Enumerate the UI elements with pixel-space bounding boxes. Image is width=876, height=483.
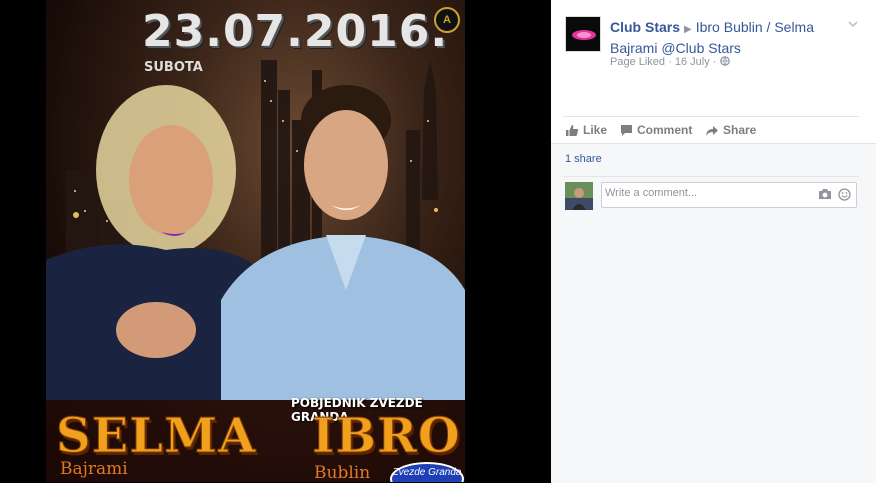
artist2-first-name: IBRO <box>312 408 461 465</box>
share-button[interactable]: Share <box>705 122 756 140</box>
event-date: 23.07.2016. <box>142 6 449 57</box>
comment-bubble-icon <box>621 125 632 137</box>
post-title: Club Stars ▶ Ibro Bublin / Selma Bajrami @… <box>610 18 842 57</box>
club-stars-logo-icon <box>566 17 600 51</box>
globe-icon[interactable] <box>719 56 730 66</box>
page-avatar[interactable] <box>565 16 601 52</box>
page-name-link[interactable]: Club Stars <box>610 19 680 35</box>
share-label: Share <box>723 123 757 137</box>
comment-box[interactable] <box>601 182 857 208</box>
share-arrow-icon <box>706 125 718 136</box>
artist1-first-name: SELMA <box>55 408 257 465</box>
thumbs-up-icon <box>566 125 579 137</box>
club-badge-logo: A <box>434 7 460 33</box>
artist1-last-name: Bajrami <box>60 459 128 479</box>
user-avatar[interactable] <box>565 182 593 210</box>
like-button[interactable]: Like <box>565 122 607 140</box>
artist2-last-name: Bublin <box>314 463 371 482</box>
emoji-smiley-icon[interactable] <box>838 188 851 201</box>
divider <box>563 116 859 117</box>
photo-viewer[interactable]: 23.07.2016. SUBOTA A POBJEDNIK ZVEZDE GR… <box>0 0 551 482</box>
event-poster-image: 23.07.2016. SUBOTA A POBJEDNIK ZVEZDE GR… <box>46 0 465 482</box>
comment-label: Comment <box>637 123 693 137</box>
post-sidebar: Club Stars ▶ Ibro Bublin / Selma Bajrami @… <box>551 0 876 483</box>
comment-input[interactable] <box>605 187 805 199</box>
page-liked-status[interactable]: Page Liked <box>610 56 665 68</box>
like-label: Like <box>583 123 608 137</box>
post-meta: Page Liked · 16 July · <box>610 56 730 68</box>
comment-button[interactable]: Comment <box>620 122 692 140</box>
user-photo-icon <box>565 182 593 210</box>
camera-icon[interactable] <box>818 188 832 200</box>
shares-count-link[interactable]: 1 share <box>565 153 602 165</box>
feedback-section: 1 share <box>551 143 876 483</box>
meta-separator: · <box>668 56 672 68</box>
divider <box>563 176 859 177</box>
chevron-down-icon[interactable] <box>845 16 861 32</box>
event-day: SUBOTA <box>144 60 203 75</box>
arrow-right-icon: ▶ <box>684 24 692 35</box>
meta-separator: · <box>712 56 717 68</box>
post-date-link[interactable]: 16 July <box>675 56 710 68</box>
